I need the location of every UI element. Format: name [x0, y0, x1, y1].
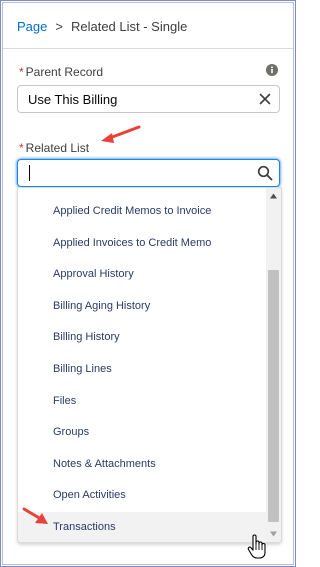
info-icon[interactable]: [266, 64, 278, 76]
related-list-label-text: Related List: [25, 141, 90, 155]
parent-record-input[interactable]: Use This Billing: [17, 85, 280, 113]
breadcrumb-separator: >: [55, 19, 63, 34]
dropdown-scrollbar[interactable]: [266, 188, 281, 542]
list-item[interactable]: Files: [18, 386, 266, 418]
scroll-up-arrow-icon[interactable]: [269, 192, 278, 200]
parent-record-value: Use This Billing: [28, 92, 118, 107]
hand-pointer-icon: [247, 534, 266, 559]
related-list-label: * Related List: [19, 141, 89, 155]
scroll-down-arrow-icon[interactable]: [269, 530, 278, 538]
annotation-arrow-icon: [101, 125, 141, 143]
list-item[interactable]: Applied Credit Memos to Invoice: [18, 196, 266, 228]
breadcrumb-current: Related List - Single: [70, 19, 188, 34]
annotation-arrow-icon: [22, 507, 48, 524]
option-list: Applied Credit Memos to Invoice Applied …: [18, 196, 266, 542]
header-divider: [3, 48, 293, 49]
required-marker: *: [19, 141, 24, 155]
list-item-transactions[interactable]: Transactions: [18, 511, 266, 542]
list-item[interactable]: Open Activities: [18, 480, 266, 512]
list-item[interactable]: Billing History: [18, 322, 266, 354]
text-caret: [29, 165, 30, 181]
search-icon[interactable]: [257, 165, 273, 181]
breadcrumb: Page > Related List - Single: [17, 19, 187, 34]
list-item[interactable]: Notes & Attachments: [18, 449, 266, 481]
clear-icon[interactable]: [259, 93, 271, 105]
breadcrumb-page-link[interactable]: Page: [17, 19, 47, 34]
window-frame: Page > Related List - Single * Parent Recor…: [0, 0, 296, 567]
parent-record-label: * Parent Record: [19, 65, 103, 79]
scroll-thumb[interactable]: [268, 270, 279, 522]
required-marker: *: [19, 65, 24, 79]
list-item[interactable]: Groups: [18, 417, 266, 449]
list-item[interactable]: Billing Aging History: [18, 291, 266, 323]
related-list-dropdown[interactable]: Applied Credit Memos to Invoice Applied …: [17, 187, 282, 543]
list-item[interactable]: Billing Lines: [18, 354, 266, 386]
list-item[interactable]: Applied Invoices to Credit Memo: [18, 228, 266, 260]
list-item[interactable]: Approval History: [18, 259, 266, 291]
parent-record-label-text: Parent Record: [25, 65, 104, 79]
related-list-search-input[interactable]: [17, 159, 280, 187]
